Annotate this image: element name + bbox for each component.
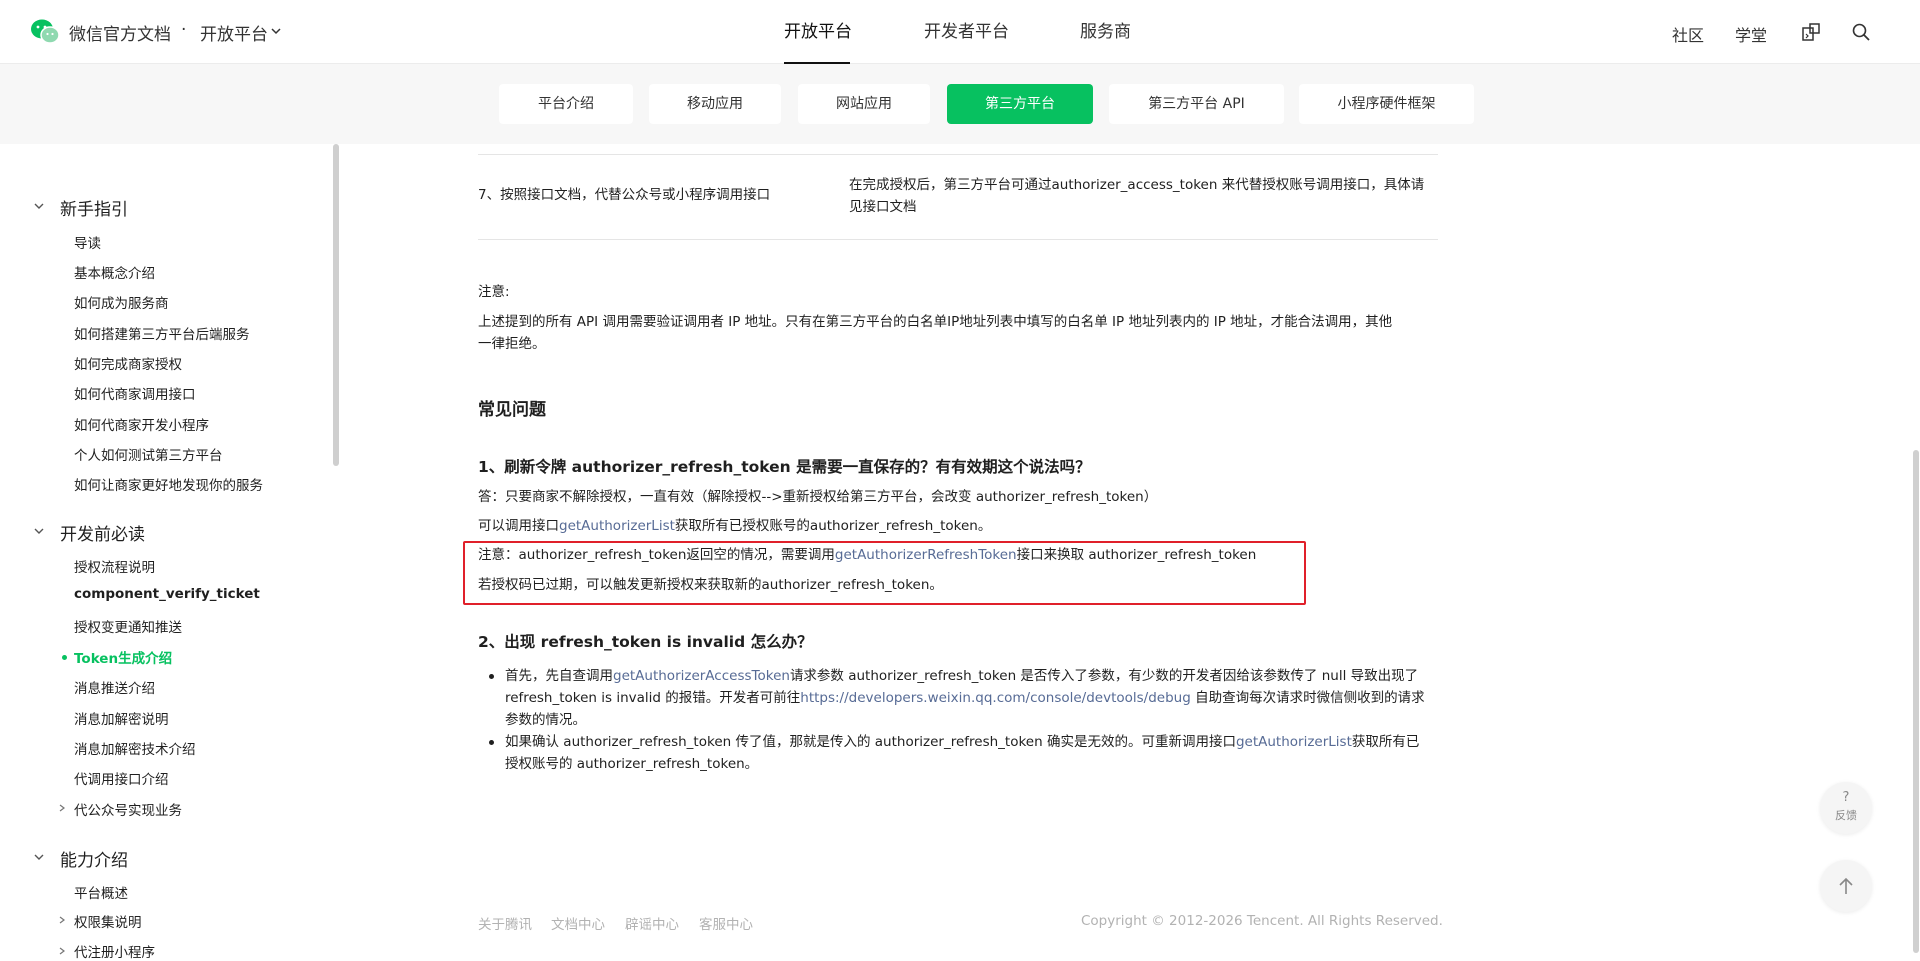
sidebar-group-capabilities[interactable]: 能力介绍	[60, 846, 128, 871]
footer-link-service[interactable]: 客服中心	[699, 913, 753, 933]
sidebar-item[interactable]: 代注册小程序	[74, 941, 155, 961]
brand-separator: ·	[181, 20, 187, 40]
sidebar-item[interactable]: 权限集说明	[74, 911, 142, 931]
link-devtools-debug[interactable]: https://developers.weixin.qq.com/console…	[800, 690, 1191, 706]
question-icon: ?	[1842, 790, 1850, 805]
sidebar-item[interactable]: 如何代商家开发小程序	[74, 414, 209, 434]
arrow-up-icon	[1839, 877, 1853, 894]
footer-link-about[interactable]: 关于腾讯	[478, 913, 532, 933]
table-divider	[478, 154, 1438, 155]
table-cell-step: 7、按照接口文档，代替公众号或小程序调用接口	[478, 187, 771, 203]
faq-answer-1: 答：只要商家不解除授权，一直有效（解除授权-->重新授权给第三方平台，会改变 a…	[478, 489, 1158, 505]
active-dot-icon	[62, 655, 67, 660]
faq-answer-2-bullet-2: 如果确认 authorizer_refresh_token 传了值，那就是传入的…	[505, 734, 1420, 772]
faq-question-1: 1、刷新令牌 authorizer_refresh_token 是需要一直保存的…	[478, 458, 1091, 476]
chevron-down-icon[interactable]	[33, 851, 45, 863]
sidebar-scrollbar[interactable]	[333, 144, 339, 466]
chevron-right-icon[interactable]	[58, 947, 66, 955]
sidebar-item[interactable]: 消息加解密技术介绍	[74, 738, 196, 758]
sidebar-item[interactable]: 代调用接口介绍	[74, 768, 169, 788]
section-switcher[interactable]: 开放平台	[200, 20, 268, 45]
footer-link-rumor[interactable]: 辟谣中心	[625, 913, 679, 933]
faq-answer-2-bullet-1: 首先，先自查调用getAuthorizerAccessToken请求参数 aut…	[505, 668, 1425, 728]
tab-third-party-platform[interactable]: 第三方平台	[947, 84, 1093, 124]
tab-platform-intro[interactable]: 平台介绍	[499, 84, 633, 124]
footer-link-docs[interactable]: 文档中心	[551, 913, 605, 933]
sidebar-item[interactable]: 如何代商家调用接口	[74, 383, 196, 403]
tab-miniprogram-hardware[interactable]: 小程序硬件框架	[1299, 84, 1474, 124]
sidebar-item[interactable]: 如何成为服务商	[74, 292, 169, 312]
feedback-label: 反馈	[1835, 809, 1857, 822]
link-getauthorizerlist[interactable]: getAuthorizerList	[1236, 734, 1352, 750]
sidebar-item[interactable]: 如何让商家更好地发现你的服务	[74, 474, 263, 494]
sidebar-item[interactable]: 授权变更通知推送	[74, 616, 182, 636]
page-scrollbar[interactable]	[1913, 450, 1919, 953]
faq-heading: 常见问题	[478, 400, 546, 420]
tab-mobile-app[interactable]: 移动应用	[649, 84, 781, 124]
faq-answer-1-line-2: 可以调用接口getAuthorizerList获取所有已授权账号的authori…	[478, 518, 992, 534]
top-navbar: 微信官方文档 · 开放平台 开放平台 开发者平台 服务商 社区 学堂	[0, 0, 1920, 64]
chevron-right-icon[interactable]	[58, 804, 66, 812]
nav-community[interactable]: 社区	[1672, 22, 1704, 46]
search-icon[interactable]	[1851, 22, 1871, 42]
bullet-icon	[489, 740, 494, 745]
sidebar-nav	[0, 144, 340, 953]
bullet-icon	[489, 674, 494, 679]
link-getauthorizerlist[interactable]: getAuthorizerList	[559, 518, 675, 534]
wechat-logo-icon[interactable]	[30, 18, 60, 46]
sidebar-item[interactable]: 如何完成商家授权	[74, 353, 182, 373]
sidebar-item[interactable]: component_verify_ticket	[74, 586, 260, 602]
table-divider	[478, 239, 1438, 240]
faq-question-2: 2、出现 refresh_token is invalid 怎么办？	[478, 633, 813, 651]
code-tool-icon[interactable]	[1801, 22, 1821, 42]
tab-website-app[interactable]: 网站应用	[798, 84, 930, 124]
link-getauthorizeraccesstoken[interactable]: getAuthorizerAccessToken	[613, 668, 790, 684]
chevron-down-icon[interactable]	[270, 25, 282, 37]
nav-service-provider[interactable]: 服务商	[1080, 0, 1131, 64]
sidebar-group-beginner-guide[interactable]: 新手指引	[60, 195, 128, 220]
sidebar-item[interactable]: 个人如何测试第三方平台	[74, 444, 223, 464]
copyright: Copyright © 2012-2026 Tencent. All Right…	[1081, 913, 1443, 929]
note-text: 上述提到的所有 API 调用需要验证调用者 IP 地址。只有在第三方平台的白名单…	[478, 314, 1393, 352]
nav-academy[interactable]: 学堂	[1735, 22, 1767, 46]
highlight-box	[463, 541, 1306, 605]
brand-title[interactable]: 微信官方文档	[69, 20, 171, 45]
nav-open-platform[interactable]: 开放平台	[784, 0, 852, 64]
feedback-button[interactable]: ? 反馈	[1820, 782, 1872, 834]
sub-tab-bar: 平台介绍 移动应用 网站应用 第三方平台 第三方平台 API 小程序硬件框架	[0, 64, 1920, 144]
table-cell-desc: 在完成授权后，第三方平台可通过authorizer_access_token 来…	[849, 177, 1425, 215]
tab-third-party-api[interactable]: 第三方平台 API	[1109, 84, 1284, 124]
chevron-right-icon[interactable]	[58, 916, 66, 924]
sidebar-item[interactable]: 如何搭建第三方平台后端服务	[74, 323, 250, 343]
sidebar-item[interactable]: 导读	[74, 232, 101, 252]
sidebar-item[interactable]: 消息加解密说明	[74, 708, 169, 728]
chevron-down-icon[interactable]	[33, 200, 45, 212]
sidebar-item[interactable]: 消息推送介绍	[74, 677, 155, 697]
note-label: 注意:	[478, 284, 510, 300]
sidebar-item[interactable]: 基本概念介绍	[74, 262, 155, 282]
chevron-down-icon[interactable]	[33, 525, 45, 537]
sidebar-item-active[interactable]: Token生成介绍	[74, 647, 172, 667]
nav-developer-platform[interactable]: 开发者平台	[924, 0, 1009, 64]
sidebar-item[interactable]: 授权流程说明	[74, 556, 155, 576]
back-to-top-button[interactable]	[1820, 860, 1872, 912]
sidebar-item[interactable]: 平台概述	[74, 882, 128, 902]
sidebar-group-before-dev[interactable]: 开发前必读	[60, 520, 145, 545]
sidebar-item[interactable]: 代公众号实现业务	[74, 799, 182, 819]
nav-active-indicator	[784, 62, 850, 64]
